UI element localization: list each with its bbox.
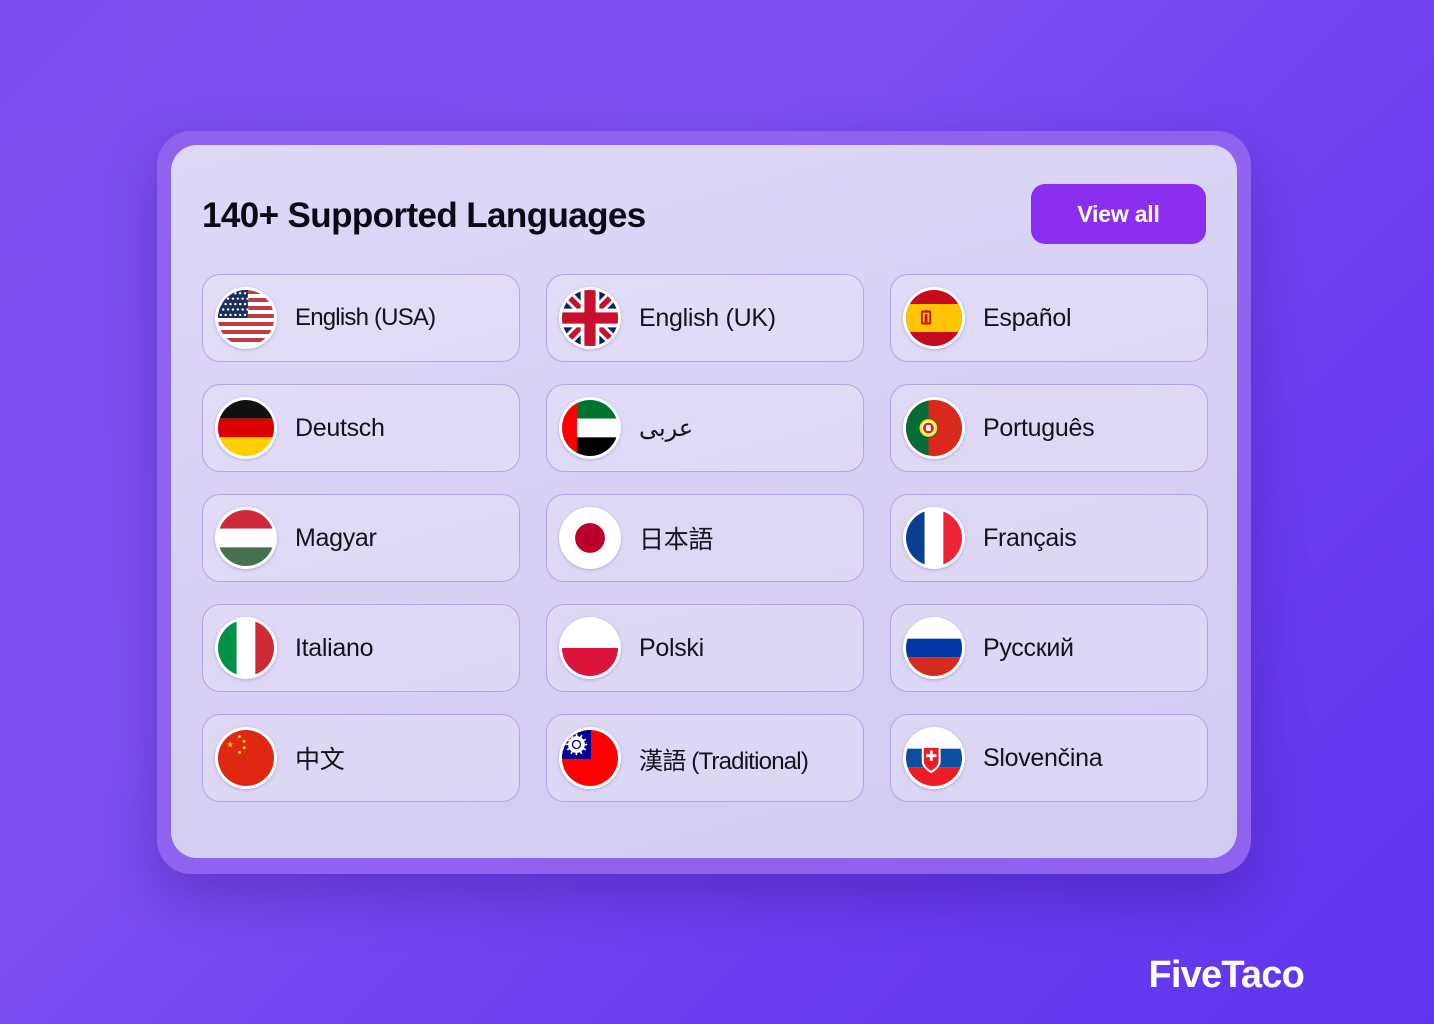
language-label: Magyar — [295, 523, 377, 552]
flag-jp-icon — [559, 507, 621, 569]
language-chinese-traditional[interactable]: 漢語 (Traditional) — [546, 714, 864, 802]
language-label: Polski — [639, 633, 704, 662]
language-japanese[interactable]: 日本語 — [546, 494, 864, 582]
language-label: Deutsch — [295, 413, 385, 442]
language-label: Português — [983, 413, 1095, 442]
language-chinese[interactable]: 中文 — [202, 714, 520, 802]
language-russian[interactable]: Русский — [890, 604, 1208, 692]
language-label: 中文 — [295, 746, 345, 774]
language-deutsch[interactable]: Deutsch — [202, 384, 520, 472]
language-label: English (USA) — [295, 304, 436, 331]
flag-ae-icon — [559, 397, 621, 459]
language-card-frame: 140+ Supported Languages View all Englis… — [157, 131, 1251, 874]
flag-tw-icon — [559, 727, 621, 789]
language-english-uk[interactable]: English (UK) — [546, 274, 864, 362]
language-label: 日本語 — [639, 526, 714, 554]
language-polski[interactable]: Polski — [546, 604, 864, 692]
language-magyar[interactable]: Magyar — [202, 494, 520, 582]
language-label: Slovenčina — [983, 743, 1103, 772]
language-portugues[interactable]: Português — [890, 384, 1208, 472]
language-card: 140+ Supported Languages View all Englis… — [171, 145, 1237, 858]
flag-gb-icon — [559, 287, 621, 349]
flag-sk-icon — [903, 727, 965, 789]
language-francais[interactable]: Français — [890, 494, 1208, 582]
language-slovencina[interactable]: Slovenčina — [890, 714, 1208, 802]
flag-ru-icon — [903, 617, 965, 679]
flag-fr-icon — [903, 507, 965, 569]
card-header: 140+ Supported Languages View all — [202, 184, 1206, 258]
language-label: Español — [983, 303, 1072, 332]
language-grid: English (USA) English (UK) Español Deutsch ع… — [202, 274, 1208, 802]
flag-hu-icon — [215, 507, 277, 569]
flag-es-icon — [903, 287, 965, 349]
flag-it-icon — [215, 617, 277, 679]
flag-cn-icon — [215, 727, 277, 789]
language-label: Русский — [983, 633, 1074, 662]
language-label: عربى — [639, 414, 694, 442]
language-english-usa[interactable]: English (USA) — [202, 274, 520, 362]
language-arabic[interactable]: عربى — [546, 384, 864, 472]
language-label: Italiano — [295, 633, 374, 662]
language-label: Français — [983, 523, 1077, 552]
page-title: 140+ Supported Languages — [202, 196, 646, 235]
flag-de-icon — [215, 397, 277, 459]
flag-us-icon — [215, 287, 277, 349]
fivetaco-watermark: FiveTaco — [1148, 954, 1304, 996]
view-all-button[interactable]: View all — [1031, 184, 1206, 244]
flag-pt-icon — [903, 397, 965, 459]
flag-pl-icon — [559, 617, 621, 679]
language-espanol[interactable]: Español — [890, 274, 1208, 362]
language-italiano[interactable]: Italiano — [202, 604, 520, 692]
language-label: 漢語 (Traditional) — [639, 747, 809, 775]
language-label: English (UK) — [639, 303, 776, 332]
